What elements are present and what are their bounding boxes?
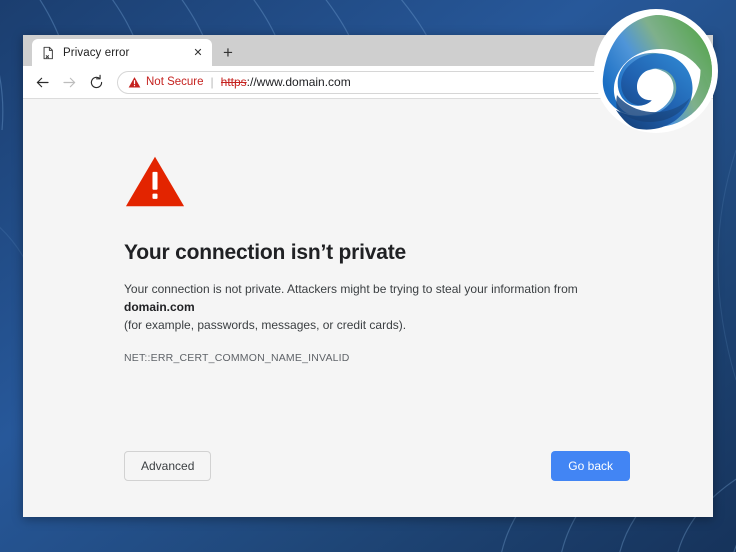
chevron-down-icon: [689, 80, 699, 85]
url-rest: ://www.domain.com: [246, 75, 351, 89]
description-domain: domain.com: [124, 300, 195, 314]
browser-window: Privacy error ✕ + Not Secure | https://w…: [23, 35, 713, 517]
forward-arrow-icon: [63, 77, 76, 87]
back-button[interactable]: [29, 69, 56, 96]
reload-icon: [90, 74, 103, 88]
back-arrow-icon: [36, 77, 49, 87]
page-content: Your connection isn’t private Your conne…: [23, 99, 713, 517]
warning-triangle-icon: [128, 76, 141, 88]
address-separator: |: [210, 75, 214, 89]
browser-toolbar: Not Secure | https://www.domain.com: [23, 66, 713, 99]
tab-close-button[interactable]: ✕: [190, 45, 206, 61]
address-bar[interactable]: Not Secure | https://www.domain.com: [117, 70, 676, 94]
new-tab-button[interactable]: +: [215, 40, 241, 65]
interstitial-button-row: Advanced Go back: [124, 451, 630, 481]
privacy-error-interstitial: Your connection isn’t private Your conne…: [23, 99, 713, 364]
security-indicator[interactable]: Not Secure: [128, 76, 204, 89]
tab-privacy-error[interactable]: Privacy error ✕: [32, 39, 212, 66]
reload-button[interactable]: [83, 69, 110, 96]
interstitial-description: Your connection is not private. Attacker…: [124, 280, 604, 334]
tab-strip: Privacy error ✕ +: [23, 35, 713, 66]
star-icon: [652, 76, 664, 88]
url-scheme-strikethrough: https: [220, 75, 247, 89]
description-suffix: (for example, passwords, messages, or cr…: [124, 318, 407, 332]
go-back-button[interactable]: Go back: [551, 451, 630, 481]
advanced-button[interactable]: Advanced: [124, 451, 212, 481]
not-secure-label: Not Secure: [146, 76, 204, 88]
page-title: Your connection isn’t private: [124, 241, 407, 264]
broken-page-icon: [43, 46, 53, 59]
description-prefix: Your connection is not private. Attacker…: [124, 282, 578, 296]
toolbar-right-group: [681, 69, 707, 95]
toolbar-overflow-button[interactable]: [681, 69, 707, 95]
error-code: NET::ERR_CERT_COMMON_NAME_INVALID: [124, 352, 350, 364]
address-text[interactable]: https://www.domain.com: [221, 75, 643, 89]
tab-title: Privacy error: [63, 46, 130, 59]
desktop-background: Privacy error ✕ + Not Secure | https://w…: [0, 0, 736, 552]
favorites-star-button[interactable]: [647, 71, 669, 93]
red-warning-triangle-icon: [125, 156, 185, 207]
forward-button[interactable]: [56, 69, 83, 96]
